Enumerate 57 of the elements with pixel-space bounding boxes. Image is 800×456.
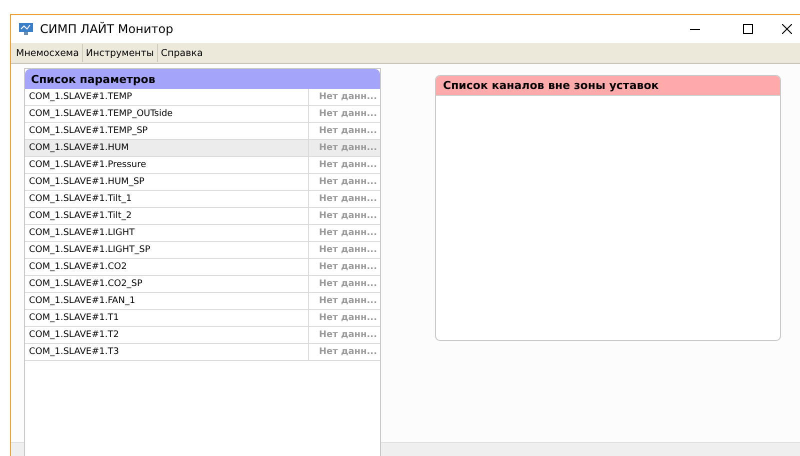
parameter-value: Нет данн... — [318, 91, 378, 104]
list-row[interactable]: COM_1.SLAVE#1.TEMP_SP Нет данн... — [25, 123, 380, 140]
parameter-name: COM_1.SLAVE#1.CO2_SP — [25, 276, 309, 292]
list-row[interactable]: COM_1.SLAVE#1.T1 Нет данн... — [25, 310, 380, 327]
window-title: СИМП ЛАЙТ Монитор — [40, 22, 174, 36]
maximize-icon — [743, 24, 753, 34]
parameter-value: Нет данн... — [318, 295, 378, 308]
parameter-name: COM_1.SLAVE#1.TEMP_SP — [25, 123, 309, 139]
app-icon — [19, 23, 33, 35]
parameter-name: COM_1.SLAVE#1.Pressure — [25, 157, 309, 173]
list-row[interactable]: COM_1.SLAVE#1.Pressure Нет данн... — [25, 157, 380, 174]
list-row[interactable]: COM_1.SLAVE#1.LIGHT Нет данн... — [25, 225, 380, 242]
list-row[interactable]: COM_1.SLAVE#1.Tilt_1 Нет данн... — [25, 191, 380, 208]
parameter-name: COM_1.SLAVE#1.CO2 — [25, 259, 309, 275]
parameter-name: COM_1.SLAVE#1.TEMP — [25, 89, 309, 105]
list-row[interactable]: COM_1.SLAVE#1.LIGHT_SP Нет данн... — [25, 242, 380, 259]
parameter-name: COM_1.SLAVE#1.T2 — [25, 327, 309, 343]
parameter-value: Нет данн... — [318, 210, 378, 223]
parameter-value: Нет данн... — [318, 346, 378, 359]
list-row[interactable]: COM_1.SLAVE#1.TEMP_OUTside Нет данн... — [25, 106, 380, 123]
panel-header: Список каналов вне зоны уставок — [436, 76, 780, 96]
parameter-name: COM_1.SLAVE#1.FAN_1 — [25, 293, 309, 309]
parameter-name: COM_1.SLAVE#1.HUM_SP — [25, 174, 309, 190]
close-icon — [782, 24, 792, 34]
list-row[interactable]: COM_1.SLAVE#1.T3 Нет данн... — [25, 344, 380, 361]
menu-item[interactable]: Мнемосхема — [13, 44, 82, 62]
parameter-name: COM_1.SLAVE#1.Tilt_1 — [25, 191, 309, 207]
parameter-value: Нет данн... — [318, 244, 378, 257]
parameter-name: COM_1.SLAVE#1.T1 — [25, 310, 309, 326]
parameter-value: Нет данн... — [318, 329, 378, 342]
list-row[interactable]: COM_1.SLAVE#1.HUM_SP Нет данн... — [25, 174, 380, 191]
list-row[interactable]: COM_1.SLAVE#1.HUM Нет данн... — [25, 140, 380, 157]
panel-header: Список параметров — [25, 69, 380, 89]
parameter-name: COM_1.SLAVE#1.T3 — [25, 344, 309, 360]
list-row[interactable]: COM_1.SLAVE#1.TEMP Нет данн... — [25, 89, 380, 106]
menu-item[interactable]: Инструменты — [82, 44, 157, 62]
parameter-value: Нет данн... — [318, 261, 378, 274]
parameter-name: COM_1.SLAVE#1.LIGHT — [25, 225, 309, 241]
parameter-value: Нет данн... — [318, 176, 378, 189]
list-row[interactable]: COM_1.SLAVE#1.FAN_1 Нет данн... — [25, 293, 380, 310]
list-row[interactable]: COM_1.SLAVE#1.CO2 Нет данн... — [25, 259, 380, 276]
list-row[interactable]: COM_1.SLAVE#1.CO2_SP Нет данн... — [25, 276, 380, 293]
parameter-value: Нет данн... — [318, 227, 378, 240]
parameter-name: COM_1.SLAVE#1.HUM — [25, 140, 309, 156]
parameter-value: Нет данн... — [318, 125, 378, 138]
menu-item[interactable]: Справка — [156, 44, 206, 62]
parameter-name: COM_1.SLAVE#1.Tilt_2 — [25, 208, 309, 224]
parameter-value: Нет данн... — [318, 159, 378, 172]
parameter-name: COM_1.SLAVE#1.TEMP_OUTside — [25, 106, 309, 122]
list-row[interactable]: COM_1.SLAVE#1.T2 Нет данн... — [25, 327, 380, 344]
list-row[interactable]: COM_1.SLAVE#1.Tilt_2 Нет данн... — [25, 208, 380, 225]
parameter-value: Нет данн... — [318, 142, 378, 155]
parameter-value: Нет данн... — [318, 108, 378, 121]
parameter-value: Нет данн... — [318, 193, 378, 206]
parameter-name: COM_1.SLAVE#1.LIGHT_SP — [25, 242, 309, 258]
parameter-value: Нет данн... — [318, 312, 378, 325]
parameter-value: Нет данн... — [318, 278, 378, 291]
